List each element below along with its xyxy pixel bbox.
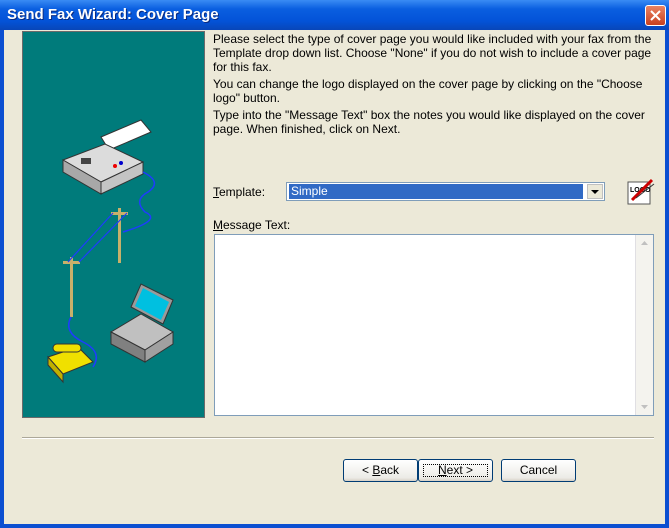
title-bar[interactable]: Send Fax Wizard: Cover Page xyxy=(0,0,669,30)
back-button[interactable]: < Back xyxy=(343,459,418,482)
scroll-down-icon[interactable] xyxy=(637,399,652,414)
telephone-pole-icon xyxy=(63,208,128,317)
message-label-text: essage Text: xyxy=(223,218,291,232)
message-text-area[interactable] xyxy=(214,234,654,416)
cancel-button[interactable]: Cancel xyxy=(501,459,576,482)
message-text-label: Message Text: xyxy=(213,218,290,232)
wizard-window: Send Fax Wizard: Cover Page Please selec… xyxy=(0,0,669,528)
template-label-text: emplate: xyxy=(219,185,266,199)
instructions-paragraph-1: Please select the type of cover page you… xyxy=(213,32,652,74)
choose-logo-icon: LOGO xyxy=(627,178,655,205)
scroll-up-icon[interactable] xyxy=(637,236,652,251)
dropdown-arrow-icon[interactable] xyxy=(587,184,603,199)
back-button-prefix: < xyxy=(361,463,373,477)
template-dropdown[interactable]: Simple xyxy=(286,182,605,201)
template-label: Template: xyxy=(213,185,265,199)
instructions-paragraph-3: Type into the "Message Text" box the not… xyxy=(213,108,645,136)
close-icon xyxy=(650,10,661,21)
choose-logo-button[interactable]: LOGO xyxy=(624,176,657,208)
instructions-paragraph-2: You can change the logo displayed on the… xyxy=(213,77,643,105)
next-button-label: ext > xyxy=(446,463,474,477)
next-button-mnemonic: N xyxy=(437,463,447,477)
separator-highlight xyxy=(22,438,654,439)
laptop-icon xyxy=(109,283,174,363)
telephone-icon xyxy=(47,343,94,384)
fax-machine-icon xyxy=(61,119,152,195)
message-scrollbar[interactable] xyxy=(635,235,653,415)
message-label-mnemonic: M xyxy=(213,218,223,232)
close-button[interactable] xyxy=(645,5,666,26)
window-title: Send Fax Wizard: Cover Page xyxy=(7,6,219,23)
illustration-panel xyxy=(22,31,205,418)
next-button[interactable]: Next > xyxy=(418,459,493,482)
back-button-label: ack xyxy=(380,463,400,477)
instructions: Please select the type of cover page you… xyxy=(213,32,653,139)
template-selected-value: Simple xyxy=(289,184,583,199)
